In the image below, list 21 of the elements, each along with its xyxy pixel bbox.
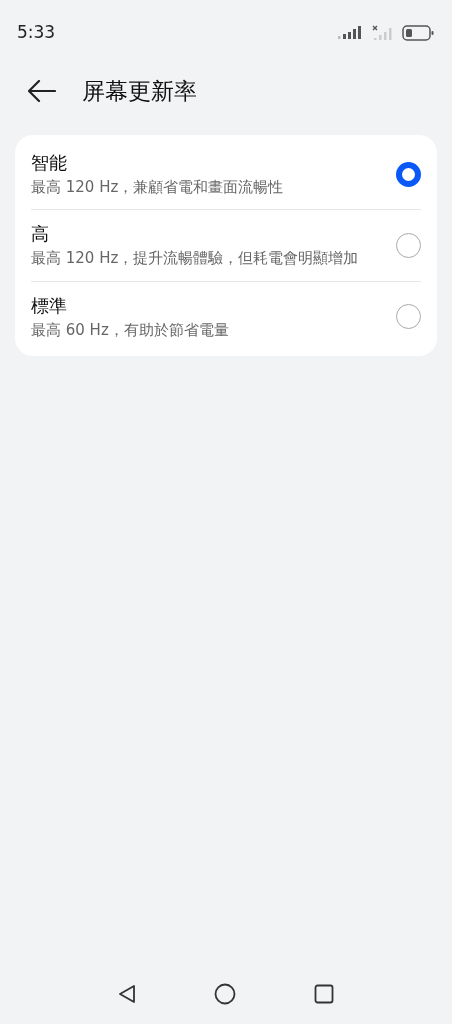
back-arrow-icon[interactable] — [28, 80, 56, 102]
radio-button[interactable] — [396, 232, 421, 258]
battery-icon — [402, 25, 434, 41]
option-description: 最高 60 Hz，有助於節省電量 — [31, 319, 229, 341]
option-description: 最高 120 Hz，提升流暢體驗，但耗電會明顯增加 — [31, 248, 359, 270]
option-row[interactable]: 高 最高 120 Hz，提升流暢體驗，但耗電會明顯增加 — [31, 210, 421, 282]
option-title: 標準 — [31, 293, 68, 318]
option-row[interactable]: 智能 最高 120 Hz，兼顧省電和畫面流暢性 — [31, 139, 421, 211]
recents-icon[interactable] — [314, 984, 334, 1004]
home-icon[interactable] — [214, 983, 236, 1005]
back-icon[interactable] — [118, 984, 136, 1004]
no-signal-icon — [372, 25, 394, 41]
option-title: 智能 — [31, 151, 68, 175]
signal-icon — [338, 26, 364, 40]
option-title: 高 — [31, 222, 50, 247]
clock-time: 5:33 — [17, 21, 56, 45]
radio-button[interactable] — [396, 304, 421, 330]
radio-button[interactable] — [396, 161, 421, 187]
option-row[interactable]: 標準 最高 60 Hz，有助於節省電量 — [31, 281, 421, 352]
page-title: 屏幕更新率 — [82, 76, 197, 106]
option-description: 最高 120 Hz，兼顧省電和畫面流暢性 — [31, 177, 284, 198]
